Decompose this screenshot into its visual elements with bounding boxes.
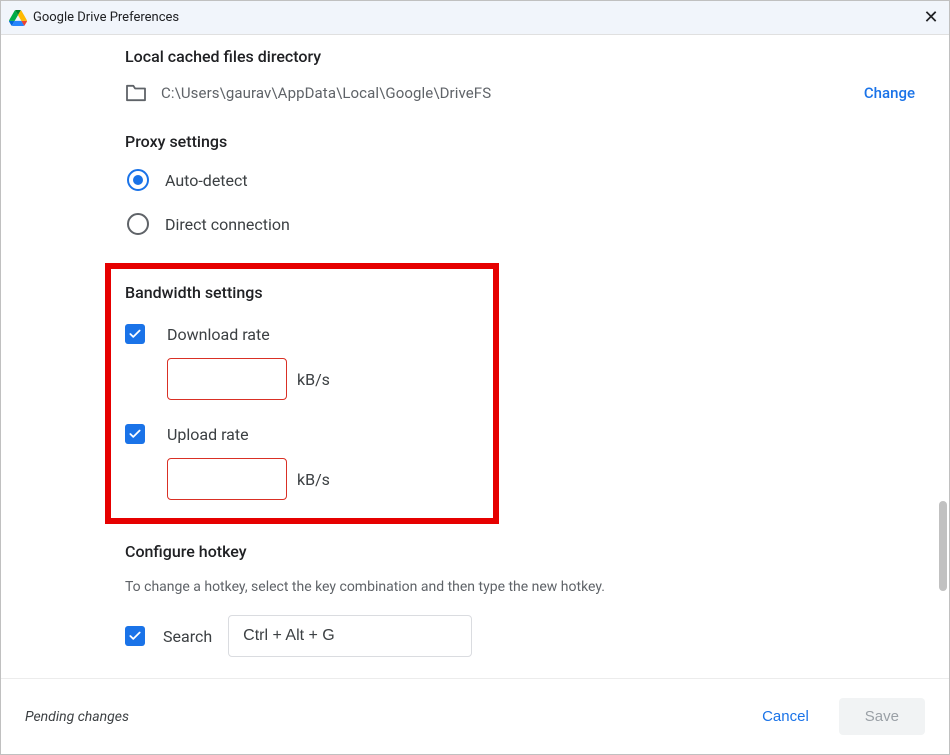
drive-icon xyxy=(9,9,27,27)
upload-rate-input-row: kB/s xyxy=(167,458,479,500)
close-icon[interactable]: ✕ xyxy=(921,8,941,28)
save-button[interactable]: Save xyxy=(839,698,925,735)
titlebar: Google Drive Preferences ✕ xyxy=(1,1,949,35)
download-rate-row: Download rate xyxy=(125,324,479,344)
radio-label-auto: Auto-detect xyxy=(165,171,248,190)
upload-rate-row: Upload rate xyxy=(125,424,479,444)
window-title: Google Drive Preferences xyxy=(33,10,921,25)
content-area: Local cached files directory C:\Users\ga… xyxy=(1,35,949,678)
footer: Pending changes Cancel Save xyxy=(1,678,949,754)
download-rate-input-row: kB/s xyxy=(167,358,479,400)
hotkey-section: Configure hotkey To change a hotkey, sel… xyxy=(125,542,919,657)
bandwidth-title: Bandwidth settings xyxy=(125,283,479,302)
preferences-window: Google Drive Preferences ✕ Local cached … xyxy=(0,0,950,755)
scrollbar[interactable] xyxy=(939,501,947,591)
hotkey-description: To change a hotkey, select the key combi… xyxy=(125,579,919,595)
download-unit: kB/s xyxy=(297,370,330,389)
pending-changes-label: Pending changes xyxy=(25,709,742,725)
cache-section: Local cached files directory C:\Users\ga… xyxy=(125,47,919,102)
folder-icon xyxy=(125,84,147,102)
download-rate-checkbox[interactable] xyxy=(125,324,145,344)
radio-icon xyxy=(127,169,149,191)
radio-direct-connection[interactable]: Direct connection xyxy=(127,213,919,235)
download-rate-label: Download rate xyxy=(167,325,270,344)
change-button[interactable]: Change xyxy=(864,84,915,102)
bandwidth-highlight: Bandwidth settings Download rate kB/s Up… xyxy=(105,263,499,524)
upload-rate-input[interactable] xyxy=(167,458,287,500)
search-hotkey-label: Search xyxy=(163,627,212,646)
download-rate-input[interactable] xyxy=(167,358,287,400)
check-icon xyxy=(128,327,142,341)
search-hotkey-checkbox[interactable] xyxy=(125,626,145,646)
cache-title: Local cached files directory xyxy=(125,47,919,66)
check-icon xyxy=(128,629,142,643)
proxy-title: Proxy settings xyxy=(125,132,919,151)
proxy-section: Proxy settings Auto-detect Direct connec… xyxy=(125,132,919,235)
check-icon xyxy=(128,427,142,441)
upload-rate-label: Upload rate xyxy=(167,425,249,444)
cache-row: C:\Users\gaurav\AppData\Local\Google\Dri… xyxy=(125,84,919,102)
search-hotkey-input[interactable] xyxy=(228,615,472,657)
upload-rate-checkbox[interactable] xyxy=(125,424,145,444)
upload-unit: kB/s xyxy=(297,470,330,489)
radio-icon xyxy=(127,213,149,235)
cache-path: C:\Users\gaurav\AppData\Local\Google\Dri… xyxy=(161,84,864,102)
radio-auto-detect[interactable]: Auto-detect xyxy=(127,169,919,191)
hotkey-title: Configure hotkey xyxy=(125,542,919,561)
cancel-button[interactable]: Cancel xyxy=(742,700,829,733)
radio-label-direct: Direct connection xyxy=(165,215,290,234)
hotkey-row: Search xyxy=(125,615,919,657)
